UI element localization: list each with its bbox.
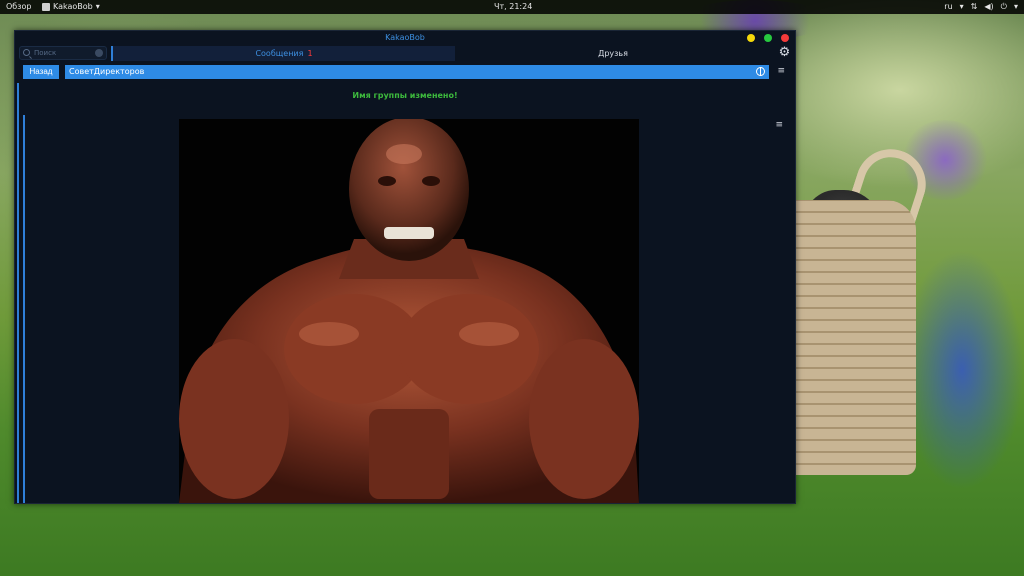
power-icon: ⏻	[1000, 2, 1007, 11]
tab-messages-label: Сообщения	[255, 49, 304, 58]
back-button[interactable]: Назад	[23, 65, 59, 79]
tab-friends-label: Друзья	[598, 49, 628, 58]
message-photo[interactable]	[179, 119, 639, 503]
language-indicator[interactable]: ru	[944, 0, 952, 14]
system-message: Имя группы изменено!	[352, 91, 458, 100]
chat-header: Назад СоветДиректоров ≡	[15, 64, 795, 82]
chevron-down-icon: ▾	[959, 2, 964, 11]
app-menu-button[interactable]: KakaoBob ▾	[42, 0, 100, 14]
window-controls	[747, 34, 789, 42]
globe-icon[interactable]	[756, 67, 765, 76]
chat-name-field[interactable]: СоветДиректоров	[65, 65, 769, 79]
unread-badge: 1	[307, 49, 313, 58]
search-input[interactable]: Поиск	[19, 46, 107, 60]
clock[interactable]: Чт, 21:24	[494, 0, 532, 14]
app-window: KakaoBob Поиск Сообщения 1 Друзья ⚙ Назад…	[14, 30, 796, 504]
message-menu-icon[interactable]: ≡	[775, 121, 783, 130]
tab-friends[interactable]: Друзья	[457, 46, 769, 61]
chat-menu-icon[interactable]: ≡	[777, 67, 785, 76]
tab-row: Поиск Сообщения 1 Друзья ⚙	[15, 45, 795, 63]
window-title: KakaoBob	[385, 33, 425, 42]
chat-name-text: СоветДиректоров	[69, 67, 145, 76]
close-button[interactable]	[781, 34, 789, 42]
chevron-down-icon: ▾	[95, 2, 100, 11]
status-area[interactable]: ru ▾ ⇅ ◀) ⏻ ▾	[944, 0, 1018, 14]
photo-image	[179, 119, 639, 503]
gear-icon[interactable]: ⚙	[778, 46, 791, 59]
window-titlebar[interactable]: KakaoBob	[15, 31, 795, 45]
clear-search-icon[interactable]	[95, 49, 103, 57]
chevron-down-icon: ▾	[1013, 2, 1018, 11]
tab-messages[interactable]: Сообщения 1	[111, 46, 455, 61]
search-placeholder: Поиск	[34, 49, 57, 57]
volume-icon: ◀)	[984, 2, 994, 11]
maximize-button[interactable]	[764, 34, 772, 42]
scroll-indicator	[17, 83, 19, 503]
app-menu-label: KakaoBob	[53, 2, 93, 11]
wallpaper-basket	[796, 200, 916, 475]
minimize-button[interactable]	[747, 34, 755, 42]
search-icon	[23, 49, 30, 56]
system-top-bar: Обзор KakaoBob ▾ Чт, 21:24 ru ▾ ⇅ ◀) ⏻ ▾	[0, 0, 1024, 14]
message-area[interactable]: Имя группы изменено! ≡	[15, 83, 795, 503]
network-icon: ⇅	[970, 2, 978, 11]
app-icon	[42, 3, 50, 11]
message-accent-bar	[23, 115, 25, 503]
wallpaper-flowers-3	[900, 250, 1024, 490]
activities-button[interactable]: Обзор	[6, 0, 31, 14]
